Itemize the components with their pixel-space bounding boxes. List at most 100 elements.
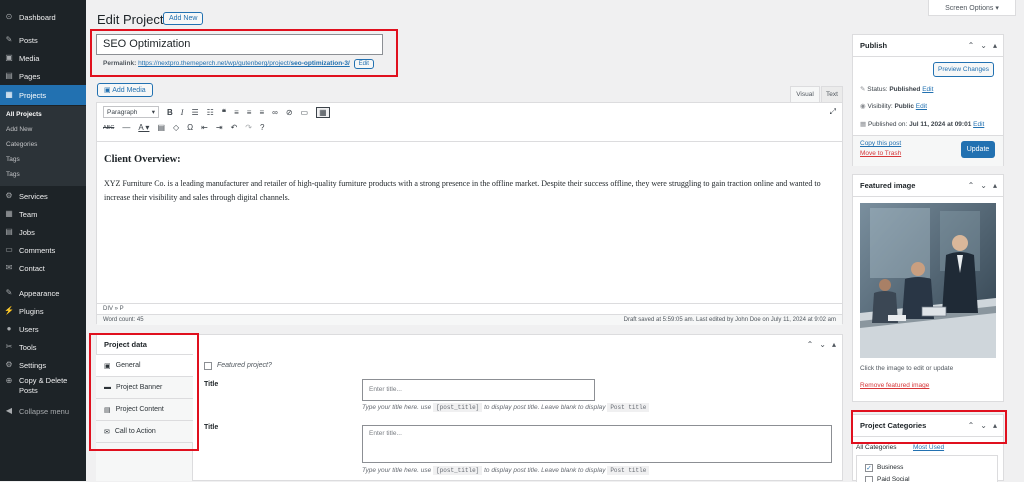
outdent-icon[interactable]: ⇤ (201, 123, 208, 132)
redo-icon[interactable]: ↷ (245, 123, 252, 132)
nav-comments[interactable]: ▭ Comments (0, 241, 86, 259)
published-label: Published on: (867, 121, 908, 128)
nav-contact[interactable]: ✉ Contact (0, 259, 86, 277)
nav-settings[interactable]: ⚙ Settings (0, 356, 86, 374)
title-help-text-2: Type your title here. use [post_title] t… (362, 466, 650, 475)
box-controls: ⌃ ⌄ ▴ (968, 181, 997, 190)
sub-tags[interactable]: Tags (6, 156, 20, 163)
read-more-icon[interactable]: ▭ (301, 108, 309, 117)
special-character-icon[interactable]: Ω (187, 123, 193, 132)
featured-image-box: Featured image ⌃ ⌄ ▴ Click the image to ed… (852, 174, 1004, 402)
italic-icon[interactable]: I (181, 108, 184, 117)
nav-posts[interactable]: ✎ Posts (0, 31, 86, 49)
settings-icon: ⚙ (5, 360, 13, 369)
nav-appearance[interactable]: ✎ Appearance (0, 284, 86, 302)
help-pre: Type your title here. use (362, 404, 432, 411)
blockquote-icon[interactable]: ❝ (222, 108, 226, 117)
comment-icon: ▭ (5, 245, 13, 254)
chevron-up-icon[interactable]: ⌃ (968, 41, 975, 50)
category-checkbox-business[interactable]: ✓ (865, 464, 873, 472)
visibility-edit-link[interactable]: Edit (916, 103, 927, 110)
update-button[interactable]: Update (961, 141, 995, 158)
tab-text[interactable]: Text (821, 86, 843, 102)
nav-users[interactable]: ● Users (0, 320, 86, 338)
bold-icon[interactable]: B (167, 108, 173, 117)
toggle-arrow-icon[interactable]: ▴ (993, 181, 997, 190)
nav-media[interactable]: ▣ Media (0, 49, 86, 67)
strikethrough-icon[interactable]: ABC (103, 125, 114, 131)
copy-post-link[interactable]: Copy this post (860, 140, 901, 147)
calendar-icon: ▦ (860, 121, 868, 128)
sub-categories[interactable]: Categories (6, 141, 37, 148)
help-icon[interactable]: ? (260, 123, 264, 132)
nav-jobs[interactable]: ▤ Jobs (0, 223, 86, 241)
published-edit-link[interactable]: Edit (973, 121, 984, 128)
link-icon[interactable]: ∞ (272, 108, 278, 117)
nav-label: Team (19, 209, 38, 219)
screen-options-button[interactable]: Screen Options ▾ (928, 0, 1016, 16)
indent-icon[interactable]: ⇥ (216, 123, 223, 132)
classic-editor: Paragraph ▾ B I ☰ ☷ ❝ ≡ ≡ ≡ ∞ ⊘ ▭ ▦ ⤢ ABC… (96, 102, 843, 325)
nav-plugins[interactable]: ⚡ Plugins (0, 302, 86, 320)
move-to-trash-link[interactable]: Move to Trash (860, 150, 901, 157)
text-color-icon[interactable]: A ▾ (138, 123, 149, 132)
add-new-button[interactable]: Add New (163, 12, 204, 25)
nav-services[interactable]: ⚙ Services (0, 187, 86, 205)
align-right-icon[interactable]: ≡ (259, 108, 264, 117)
nav-projects[interactable]: ▦ Projects (0, 85, 86, 105)
sub-add-new[interactable]: Add New (6, 126, 32, 133)
fullscreen-icon[interactable]: ⤢ (830, 107, 836, 117)
toggle-arrow-icon[interactable]: ▴ (832, 340, 836, 349)
sub-tags-2[interactable]: Tags (6, 171, 20, 178)
tab-all-categories[interactable]: All Categories (856, 444, 896, 451)
nav-tools[interactable]: ✂ Tools (0, 338, 86, 356)
bullet-list-icon[interactable]: ☰ (191, 108, 198, 117)
tab-visual[interactable]: Visual (790, 86, 820, 102)
remove-featured-image-link[interactable]: Remove featured image (860, 382, 929, 389)
undo-icon[interactable]: ↶ (231, 123, 238, 132)
project-title-textarea[interactable]: Enter title... (362, 425, 832, 463)
chevron-up-icon[interactable]: ⌃ (807, 340, 814, 349)
editor-content[interactable]: Client Overview: XYZ Furniture Co. is a … (97, 141, 842, 301)
publish-title: Publish (860, 41, 888, 50)
toolbar-toggle-icon[interactable]: ▦ (316, 106, 330, 118)
title-label-2: Title (204, 424, 219, 431)
nav-collapse-menu[interactable]: ◀ Collapse menu (0, 402, 86, 420)
title-label: Title (204, 381, 219, 388)
status-value: Published (889, 86, 921, 93)
nav-pages[interactable]: ▤ Pages (0, 67, 86, 85)
add-media-button[interactable]: ▣ Add Media (97, 83, 153, 97)
horizontal-line-icon[interactable]: — (122, 123, 130, 132)
align-center-icon[interactable]: ≡ (247, 108, 252, 117)
featured-image-thumbnail[interactable] (860, 203, 996, 358)
nav-copy-delete-posts[interactable]: ⊕ Copy & Delete Posts (0, 376, 86, 398)
category-label: Paid Social (877, 476, 910, 482)
preview-changes-button[interactable]: Preview Changes (933, 62, 994, 77)
chevron-down-icon[interactable]: ⌄ (980, 41, 987, 50)
chevron-down-icon[interactable]: ⌄ (819, 340, 826, 349)
sub-all-projects[interactable]: All Projects (6, 111, 42, 118)
draft-saved-text: Draft saved at 5:59:05 am. Last edited b… (623, 317, 836, 323)
paste-text-icon[interactable]: ▤ (157, 123, 165, 132)
nav-label: Media (19, 53, 40, 63)
project-title-input[interactable]: Enter title... (362, 379, 595, 401)
content-heading: Client Overview: (104, 154, 181, 165)
clear-format-icon[interactable]: ◇ (173, 123, 179, 132)
unlink-icon[interactable]: ⊘ (286, 108, 293, 117)
toggle-arrow-icon[interactable]: ▴ (993, 41, 997, 50)
align-left-icon[interactable]: ≡ (234, 108, 239, 117)
nav-dashboard[interactable]: ⊙ Dashboard (0, 8, 86, 26)
tab-most-used[interactable]: Most Used (913, 444, 944, 451)
status-edit-link[interactable]: Edit (922, 86, 933, 93)
category-checkbox-paid-social[interactable] (865, 476, 873, 482)
nav-label: Appearance (19, 288, 60, 298)
projects-submenu: All Projects Add New Categories Tags Tag… (0, 106, 86, 186)
chevron-down-icon[interactable]: ⌄ (980, 181, 987, 190)
chevron-up-icon[interactable]: ⌃ (968, 181, 975, 190)
numbered-list-icon[interactable]: ☷ (207, 108, 214, 117)
wrench-icon: ✂ (5, 342, 13, 351)
admin-sidebar: ⊙ Dashboard ✎ Posts ▣ Media ▤ Pages ▦ Project… (0, 0, 86, 481)
nav-team[interactable]: ▦ Team (0, 205, 86, 223)
format-select[interactable]: Paragraph ▾ (103, 106, 159, 118)
featured-project-checkbox[interactable] (204, 362, 212, 370)
